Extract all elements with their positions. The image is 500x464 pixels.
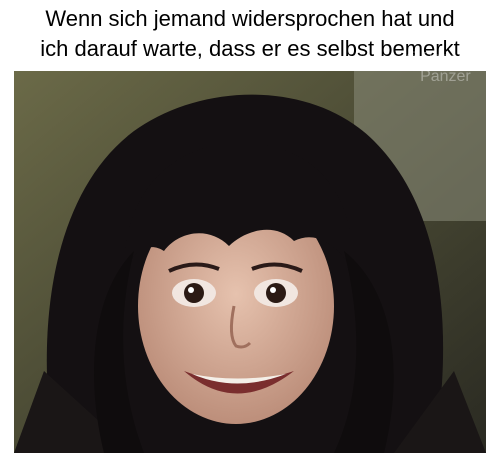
caption-line-1: Wenn sich jemand widersprochen hat und [45,6,455,31]
photo-watermark: @Rosarote Panzer [405,50,486,86]
left-eye [172,279,216,307]
watermark-name: Panzer [420,68,471,85]
watermark-handle: @Rosarote [404,50,486,67]
photo-illustration [14,71,486,453]
meme-container: Wenn sich jemand widersprochen hat und i… [0,0,500,464]
right-eye [254,279,298,307]
meme-photo [14,71,486,453]
